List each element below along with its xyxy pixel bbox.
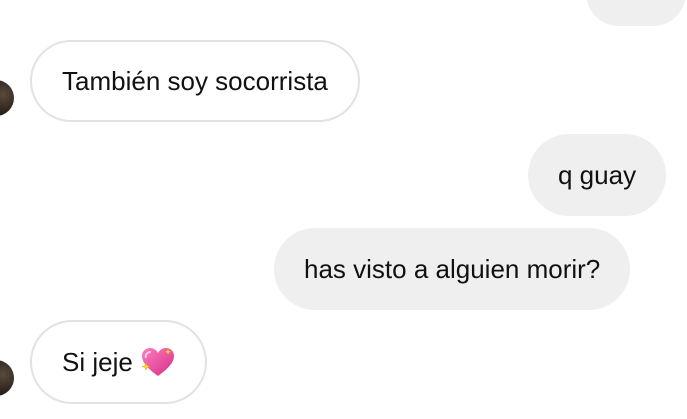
message-text: q guay xyxy=(558,160,637,190)
message-bubble-incoming[interactable]: Si jeje xyxy=(30,320,207,404)
message-bubble-incoming[interactable]: También soy socorrista xyxy=(30,40,360,122)
contact-avatar[interactable] xyxy=(0,80,14,116)
chat-thread: También soy socorrista q guay has visto … xyxy=(0,0,687,419)
message-bubble-partial[interactable] xyxy=(586,0,686,26)
message-text: También soy socorrista xyxy=(62,66,328,96)
contact-avatar[interactable] xyxy=(0,360,14,396)
message-bubble-outgoing[interactable]: has visto a alguien morir? xyxy=(274,228,631,310)
message-text: Si jeje xyxy=(62,347,133,377)
message-bubble-outgoing[interactable]: q guay xyxy=(528,134,667,216)
sparkling-heart-icon xyxy=(141,346,175,378)
message-text: has visto a alguien morir? xyxy=(304,254,601,284)
